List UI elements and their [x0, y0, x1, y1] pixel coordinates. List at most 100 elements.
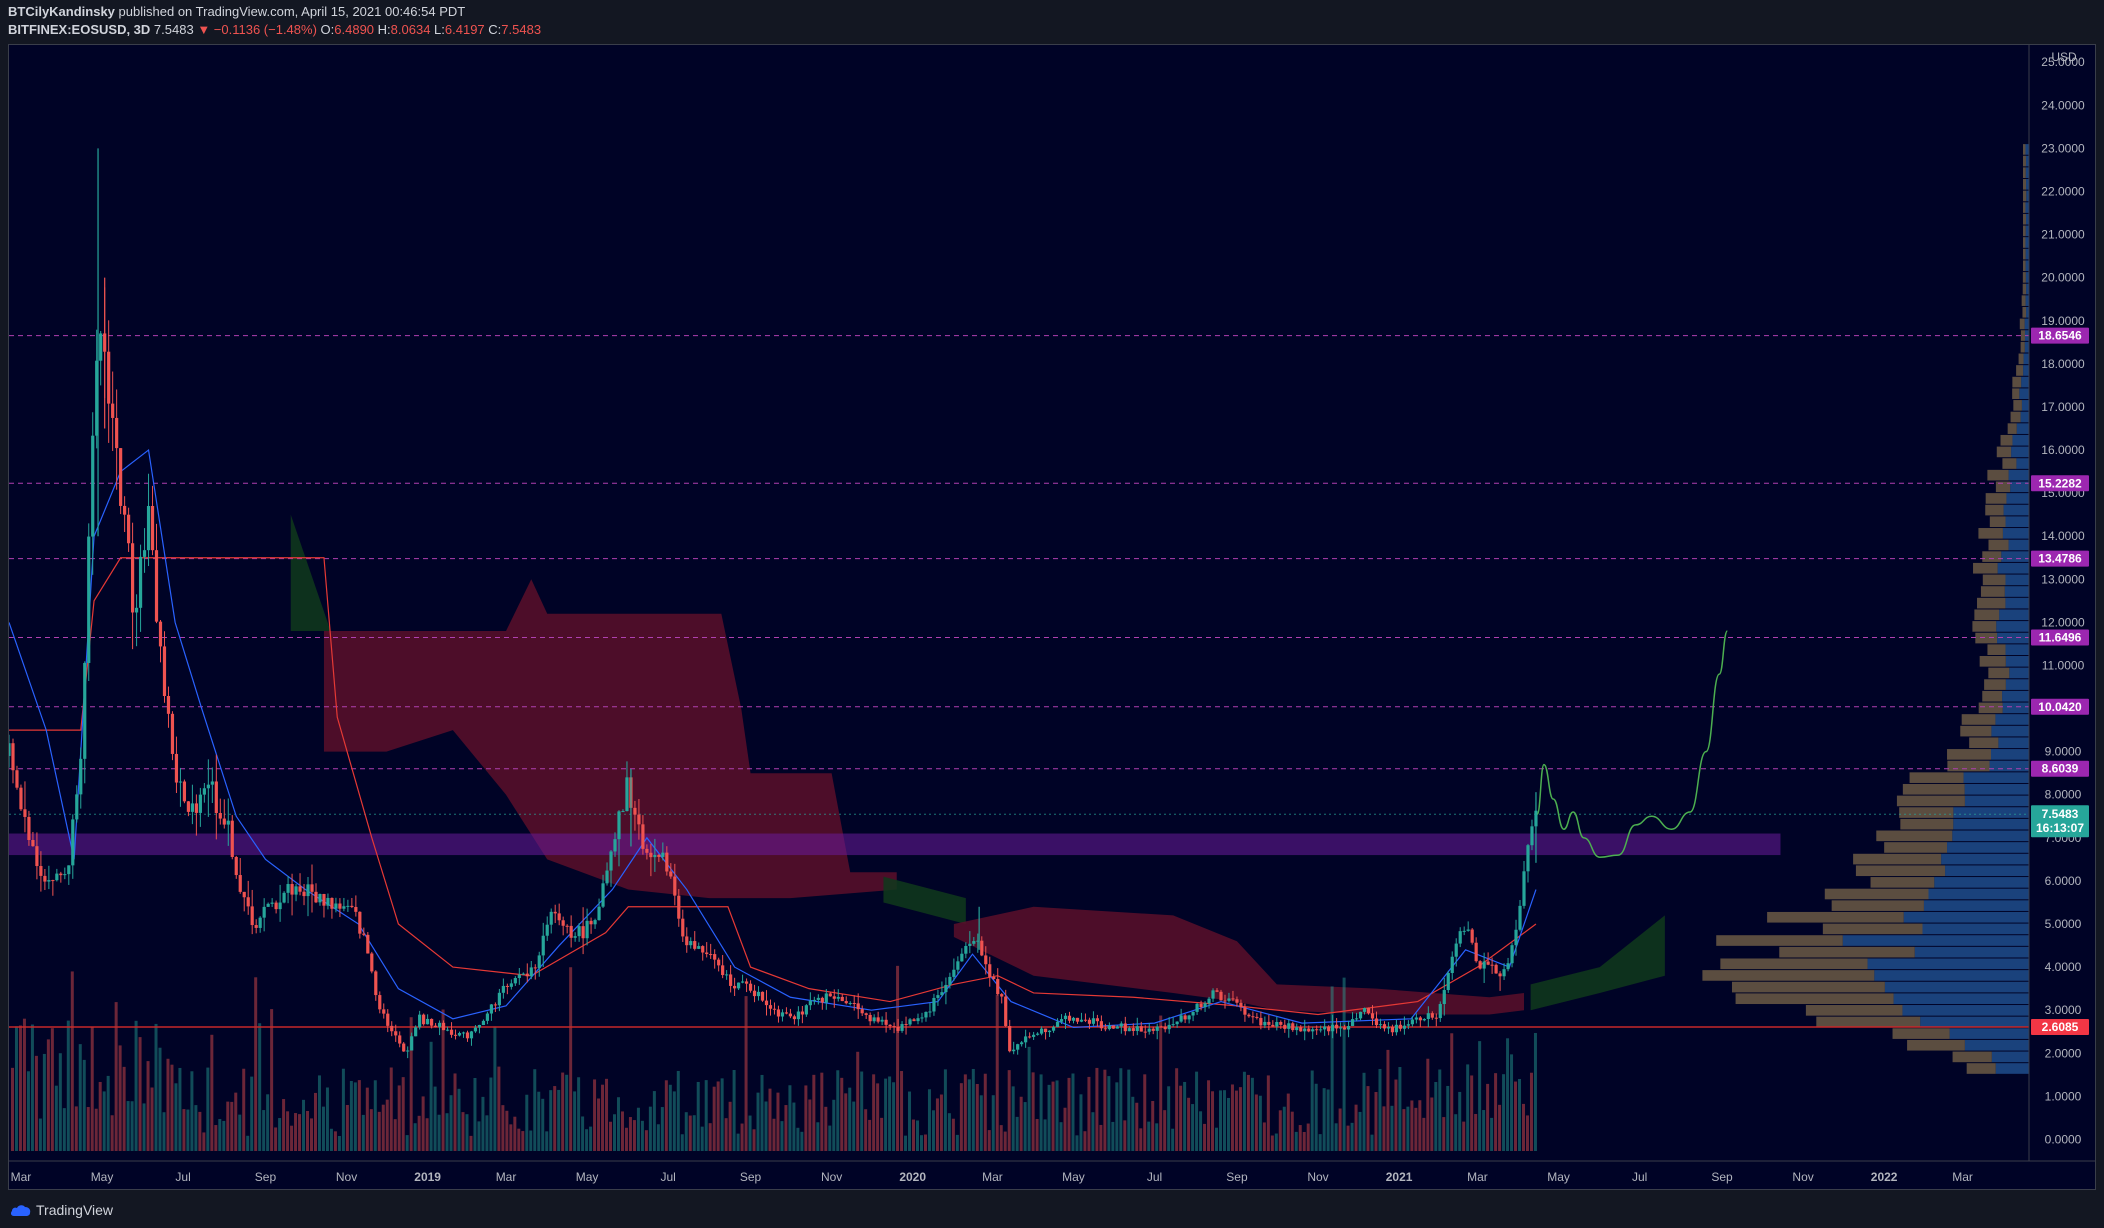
- candle-body: [980, 940, 984, 956]
- candle-body: [525, 973, 529, 977]
- volume-bar: [983, 1073, 987, 1151]
- volume-profile-bar: [1988, 539, 2009, 551]
- candle-body: [23, 809, 27, 817]
- volume-bar: [94, 1108, 98, 1151]
- volume-bar: [967, 1079, 971, 1151]
- volume-bar: [134, 1020, 138, 1151]
- candle-body: [748, 983, 753, 991]
- volume-bar: [42, 1053, 46, 1151]
- candle-body: [541, 935, 545, 956]
- volume-bar: [760, 1074, 764, 1151]
- volume-profile-bar: [1702, 970, 1875, 981]
- volume-bar: [1502, 1074, 1506, 1151]
- candle-body: [422, 1014, 426, 1025]
- candle-body: [194, 803, 198, 813]
- candle-body: [605, 870, 609, 884]
- author-name[interactable]: BTCilyKandinsky: [8, 4, 115, 19]
- volume-bar: [70, 971, 74, 1151]
- candle-body: [1055, 1021, 1060, 1028]
- volume-bar: [1087, 1076, 1091, 1151]
- candle-body: [79, 758, 83, 795]
- volume-bar: [1270, 1135, 1274, 1151]
- volume-bar: [1123, 1120, 1127, 1151]
- volume-bar: [170, 1064, 174, 1151]
- close-label: C:: [488, 22, 502, 37]
- volume-bar: [1310, 1070, 1314, 1151]
- candle-body: [1079, 1019, 1084, 1022]
- candle-body: [677, 895, 681, 919]
- volume-bar: [1151, 1101, 1155, 1151]
- volume-bar: [505, 1110, 509, 1151]
- candle-body: [1311, 1029, 1315, 1032]
- candle-body: [250, 906, 254, 926]
- candle-body: [641, 824, 645, 849]
- tradingview-brand: TradingView: [36, 1202, 114, 1218]
- volume-profile-bar: [1984, 679, 2006, 690]
- price-chart[interactable]: USD0.00001.00002.00003.00004.00005.00006…: [9, 45, 2096, 1190]
- candle-body: [1502, 969, 1506, 977]
- volume-bar: [1043, 1119, 1047, 1151]
- candle-body: [1143, 1031, 1147, 1033]
- volume-profile-bar: [1966, 1063, 1996, 1074]
- volume-bar: [652, 1091, 656, 1151]
- volume-bar: [744, 996, 748, 1151]
- volume-profile-bar: [2023, 155, 2026, 167]
- volume-profile-bar: [1995, 1063, 2029, 1074]
- candle-body: [230, 820, 234, 857]
- volume-bar: [1131, 1096, 1135, 1151]
- volume-bar: [688, 1115, 692, 1151]
- candle-body: [107, 351, 111, 404]
- volume-bar: [1330, 986, 1334, 1151]
- candle-body: [87, 536, 91, 663]
- volume-bar: [939, 1094, 943, 1151]
- volume-bar: [449, 1095, 453, 1151]
- candle-body: [848, 1003, 852, 1005]
- volume-bar: [78, 1044, 82, 1151]
- volume-bar: [222, 1120, 226, 1151]
- volume-profile-bar: [1952, 830, 2029, 842]
- candle-body: [920, 1017, 924, 1019]
- volume-bar: [389, 1067, 393, 1151]
- volume-bar: [1191, 1104, 1195, 1151]
- tradingview-logo[interactable]: TradingView: [10, 1202, 113, 1218]
- candle-body: [1474, 942, 1478, 962]
- volume-bar: [692, 1115, 696, 1151]
- candle-body: [988, 964, 992, 977]
- candle-body: [1426, 1013, 1430, 1019]
- volume-profile-bar: [1735, 993, 1894, 1005]
- candle-body: [119, 448, 123, 506]
- volume-bar: [1075, 1135, 1079, 1151]
- volume-bar: [1438, 1069, 1442, 1151]
- candle-body: [936, 995, 940, 998]
- candle-body: [214, 781, 218, 814]
- volume-bar: [86, 1107, 90, 1151]
- volume-bar: [704, 1080, 708, 1151]
- volume-bar: [313, 1092, 317, 1151]
- volume-profile-bar: [1867, 958, 2029, 970]
- volume-bar: [720, 1078, 724, 1151]
- volume-bar: [1386, 1049, 1390, 1151]
- volume-bar: [848, 1087, 852, 1151]
- volume-bar: [597, 1098, 601, 1151]
- candle-body: [286, 884, 290, 893]
- volume-bar: [792, 1102, 796, 1151]
- candle-body: [1438, 1004, 1442, 1019]
- candle-body: [1175, 1021, 1179, 1025]
- volume-bar: [437, 1114, 441, 1151]
- chart-pane[interactable]: USD 0.0000 1.0000 2.0000 3.0000 4.0000 5.0000 6…: [8, 44, 2096, 1190]
- candle-body: [1151, 1028, 1155, 1031]
- volume-bar: [230, 1101, 234, 1151]
- volume-bar: [876, 1083, 880, 1151]
- x-tick-label: Mar: [982, 1170, 1003, 1184]
- candle-body: [150, 506, 155, 551]
- volume-bar: [130, 1101, 134, 1151]
- volume-profile-bar: [1831, 900, 1924, 911]
- candle-body: [473, 1027, 478, 1032]
- candle-body: [178, 781, 183, 783]
- symbol-label[interactable]: BITFINEX:EOSUSD, 3D: [8, 22, 150, 37]
- volume-bar: [1394, 1079, 1398, 1151]
- high-value: 8.0634: [390, 22, 431, 37]
- volume-bar: [1207, 1080, 1211, 1151]
- candle-body: [202, 788, 206, 795]
- candle-body: [868, 1014, 872, 1022]
